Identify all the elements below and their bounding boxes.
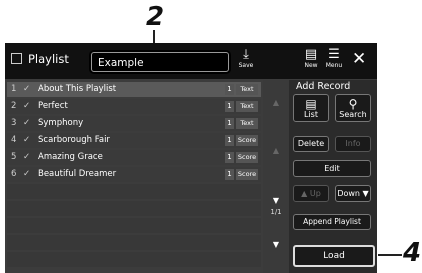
empty-row <box>7 184 261 199</box>
row-number: 4 <box>11 135 17 145</box>
row-count: 1 <box>225 152 234 163</box>
playlist-list: 1 ✓ About This Playlist 1 Text 2 ✓ Perfe… <box>5 80 263 273</box>
row-name: Beautiful Dreamer <box>38 169 117 179</box>
search-button-label: Search <box>339 110 367 119</box>
new-button[interactable]: ▤ New <box>301 47 321 70</box>
row-count: 1 <box>225 84 234 95</box>
list-item[interactable]: 6 ✓ Beautiful Dreamer 1 Score <box>7 167 261 182</box>
row-type: Score <box>236 135 258 146</box>
list-item[interactable]: 3 ✓ Symphony 1 Text <box>7 116 261 131</box>
empty-row <box>7 235 261 250</box>
empty-row <box>7 252 261 267</box>
row-number: 2 <box>11 101 17 111</box>
check-icon: ✓ <box>23 101 31 111</box>
row-count: 1 <box>225 135 234 146</box>
scroll-down-icon[interactable]: ▼ <box>263 196 289 205</box>
menu-label: Menu <box>325 62 343 69</box>
search-icon: ⚲ <box>348 97 358 111</box>
check-icon: ✓ <box>23 152 31 162</box>
new-label: New <box>304 62 318 69</box>
callout-4: 4 <box>403 238 422 268</box>
check-icon: ✓ <box>23 118 31 128</box>
row-name: Perfect <box>38 101 68 111</box>
down-button-label: Down <box>337 189 360 198</box>
info-button[interactable]: Info <box>335 136 371 152</box>
row-count: 1 <box>225 118 234 129</box>
scroll-bottom-icon[interactable]: ▼ <box>263 240 289 249</box>
callout-2: 2 <box>146 2 165 32</box>
check-icon: ✓ <box>23 169 31 179</box>
row-name: Symphony <box>38 118 84 128</box>
row-number: 5 <box>11 152 17 162</box>
callout-4-line <box>378 254 402 256</box>
search-button[interactable]: ⚲ Search <box>335 94 371 122</box>
list-item[interactable]: 5 ✓ Amazing Grace 1 Score <box>7 150 261 165</box>
row-type: Text <box>236 101 258 112</box>
edit-button[interactable]: Edit <box>293 160 371 177</box>
new-icon: ▤ <box>304 47 318 62</box>
row-name: Amazing Grace <box>38 152 103 162</box>
list-button-label: List <box>304 110 318 119</box>
page-indicator: 1/1 <box>270 208 282 216</box>
playlist-name-field[interactable]: Example <box>91 52 229 72</box>
row-count: 1 <box>225 169 234 180</box>
row-type: Score <box>236 169 258 180</box>
scroll-column: ▲ ▲ 1/1 ▼ ▼ <box>263 80 289 273</box>
row-name: Scarborough Fair <box>38 135 110 145</box>
list-icon: ▤ <box>305 97 317 111</box>
check-icon: ✓ <box>23 135 31 145</box>
delete-button[interactable]: Delete <box>293 136 329 152</box>
row-type: Text <box>236 84 258 95</box>
save-icon: ⤓ <box>243 47 249 62</box>
scroll-top-icon[interactable]: ▲ <box>263 98 289 107</box>
row-name: About This Playlist <box>38 84 117 94</box>
close-icon[interactable]: ✕ <box>352 51 366 68</box>
up-button[interactable]: ▲ Up <box>293 185 329 202</box>
list-button[interactable]: ▤ List <box>293 94 329 122</box>
playlist-title: Playlist <box>11 52 69 66</box>
row-number: 3 <box>11 118 17 128</box>
row-type: Text <box>236 118 258 129</box>
up-arrow-icon: ▲ <box>301 189 308 198</box>
playlist-icon <box>11 53 22 64</box>
row-number: 6 <box>11 169 17 179</box>
add-record-label: Add Record <box>296 81 351 92</box>
check-icon: ✓ <box>23 84 31 94</box>
append-playlist-button[interactable]: Append Playlist <box>293 214 371 230</box>
up-button-label: Up <box>309 189 321 198</box>
save-button[interactable]: ⤓ Save <box>235 47 257 70</box>
menu-button[interactable]: ☰ Menu <box>323 47 345 70</box>
list-item[interactable]: 1 ✓ About This Playlist 1 Text <box>7 82 261 97</box>
playlist-title-text: Playlist <box>28 52 69 66</box>
top-bar: Playlist Example ⤓ Save ▤ New ☰ Menu ✕ <box>5 43 377 79</box>
row-count: 1 <box>225 101 234 112</box>
list-item[interactable]: 4 ✓ Scarborough Fair 1 Score <box>7 133 261 148</box>
scroll-up-icon[interactable]: ▲ <box>263 146 289 155</box>
down-button[interactable]: Down ▼ <box>335 185 371 202</box>
down-arrow-icon: ▼ <box>362 189 369 198</box>
empty-row <box>7 218 261 233</box>
empty-row <box>7 201 261 216</box>
save-label: Save <box>238 62 254 69</box>
menu-icon: ☰ <box>328 47 340 62</box>
playlist-screen: Playlist Example ⤓ Save ▤ New ☰ Menu ✕ 1… <box>5 43 377 273</box>
row-number: 1 <box>11 84 17 94</box>
load-button[interactable]: Load <box>293 245 375 267</box>
row-type: Score <box>236 152 258 163</box>
list-item[interactable]: 2 ✓ Perfect 1 Text <box>7 99 261 114</box>
right-panel: Add Record ▤ List ⚲ Search Delete Info E… <box>289 80 377 273</box>
